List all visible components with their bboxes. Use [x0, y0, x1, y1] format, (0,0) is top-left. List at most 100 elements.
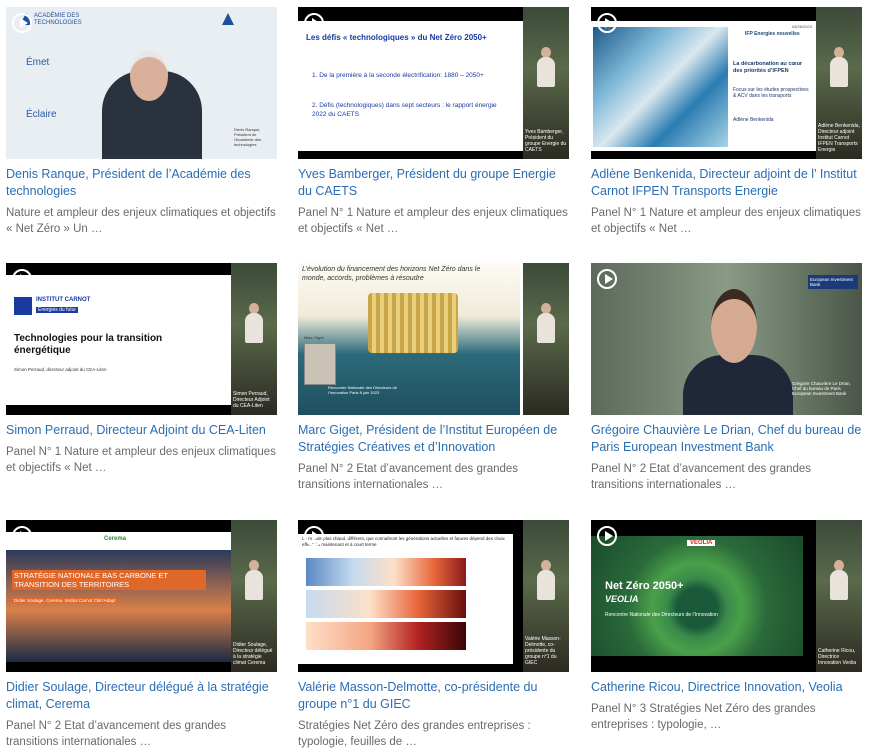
video-title-link[interactable]: Simon Perraud, Directeur Adjoint du CEA-… — [6, 422, 277, 439]
speaker-inset: Simon Perraud, Directeur Adjoint du CEA-… — [231, 263, 277, 415]
slide: Le monde plus chaud, différent, que conn… — [298, 534, 513, 664]
speaker-head — [130, 51, 168, 101]
speaker-inset: Yves Bamberger, Président du groupe Ener… — [523, 7, 569, 159]
slide-brand: VEOLIA — [605, 594, 639, 604]
video-description: Panel N° 3 Stratégies Net Zéro des grand… — [591, 703, 816, 731]
slide-item-text: Défis (technologiques) dans sept secteur… — [312, 102, 497, 118]
speaker-head — [711, 289, 757, 363]
play-icon[interactable] — [304, 526, 324, 546]
video-title-link[interactable]: Grégoire Chauvière Le Drian, Chef du bur… — [591, 422, 862, 456]
play-icon[interactable] — [12, 13, 32, 33]
video-description: Panel N° 2 Etat d’avancement des grandes… — [6, 720, 227, 748]
slide: Les défis « technologiques » du Net Zéro… — [298, 21, 523, 151]
brand-text: ACADÉMIE DES TECHNOLOGIES — [34, 13, 82, 26]
speaker-caption: Valérie Masson-Delmotte, co-présidente d… — [525, 636, 561, 666]
video-thumbnail[interactable]: L’évolution du financement des horizons … — [298, 263, 569, 415]
play-icon[interactable] — [597, 526, 617, 546]
video-card: IFP Energies nouvelles 08/06/2023 La déc… — [591, 7, 862, 237]
speaker-inset: Didier Soulage, Directeur délégué à la s… — [231, 520, 277, 672]
speaker-inset: Adlène Benkenida, Directeur adjoint Inst… — [816, 7, 862, 159]
slide: IFP Energies nouvelles 08/06/2023 La déc… — [591, 21, 816, 151]
play-icon[interactable] — [597, 13, 617, 33]
speaker-caption: Adlène Benkenida, Directeur adjoint Inst… — [818, 123, 860, 153]
speaker-figure — [683, 355, 793, 415]
speaker-inset: Valérie Masson-Delmotte, co-présidente d… — [523, 520, 569, 672]
slide-heading: Le monde plus chaud, différent, que conn… — [302, 536, 505, 547]
video-thumbnail[interactable]: VEOLIA Net Zéro 2050+ VEOLIA Rencontre N… — [591, 520, 862, 672]
warming-stripes — [306, 590, 466, 618]
play-icon[interactable] — [12, 269, 32, 289]
speaker-figure — [830, 57, 848, 87]
speaker-caption: Denis Ranque, Président de l’Académie de… — [234, 127, 262, 147]
video-thumbnail[interactable]: ACADÉMIE DES TECHNOLOGIES Émet Éclaire D… — [6, 7, 277, 159]
slide: INSTITUT CARNOT Energies du futur Techno… — [6, 275, 231, 405]
video-thumbnail[interactable]: Cerema STRATÉGIE NATIONALE BAS CARBONE E… — [6, 520, 277, 672]
video-title-link[interactable]: Valérie Masson-Delmotte, co-présidente d… — [298, 679, 569, 713]
speaker-inset — [523, 263, 569, 415]
video-thumbnail[interactable]: Les défis « technologiques » du Net Zéro… — [298, 7, 569, 159]
carnot-logo-icon — [14, 297, 32, 315]
speaker-photo — [304, 343, 336, 385]
video-title-link[interactable]: Yves Bamberger, Président du groupe Ener… — [298, 166, 569, 200]
slide-item: 2. Défis (technologiques) dans sept sect… — [312, 102, 497, 118]
coin-stack — [368, 293, 458, 353]
play-icon[interactable] — [597, 269, 617, 289]
video-description: Panel N° 2 Etat d’avancement des grandes… — [298, 463, 519, 491]
speaker-caption: Didier Soulage, Directeur délégué à la s… — [233, 642, 273, 666]
video-card: ACADÉMIE DES TECHNOLOGIES Émet Éclaire D… — [6, 7, 277, 237]
video-thumbnail[interactable]: European Investment Bank Grégoire Chauvi… — [591, 263, 862, 415]
carnot-logo-subtext: Energies du futur — [36, 307, 79, 313]
play-icon[interactable] — [304, 13, 324, 33]
video-title-link[interactable]: Marc Giget, Président de l’Institut Euro… — [298, 422, 569, 456]
slide-heading: L’évolution du financement des horizons … — [302, 266, 481, 282]
slide: L’évolution du financement des horizons … — [298, 263, 520, 415]
video-description: Panel N° 2 Etat d’avancement des grandes… — [591, 463, 812, 491]
speaker-figure — [537, 57, 555, 87]
video-description: Panel N° 1 Nature et ampleur des enjeux … — [6, 446, 276, 474]
play-icon[interactable] — [12, 526, 32, 546]
ifpen-logo: IFP Energies nouvelles — [745, 31, 800, 37]
speaker-caption: Simon Perraud, Directeur Adjoint du CEA-… — [233, 391, 270, 409]
slide: Cerema STRATÉGIE NATIONALE BAS CARBONE E… — [6, 532, 231, 662]
video-card: INSTITUT CARNOT Energies du futur Techno… — [6, 263, 277, 476]
warming-stripes — [306, 558, 466, 586]
video-card: VEOLIA Net Zéro 2050+ VEOLIA Rencontre N… — [591, 520, 862, 733]
slide-name: Adlène Benkenida — [733, 117, 774, 123]
slide-subheading: Simon Perraud, directeur adjoint du CEA-… — [14, 367, 107, 372]
video-card: L’évolution du financement des horizons … — [298, 263, 569, 493]
word-emet: Émet — [26, 57, 50, 68]
carnot-logo-text: INSTITUT CARNOT — [36, 297, 91, 303]
slide-image-grid — [593, 27, 728, 147]
slide-heading: Les défis « technologiques » du Net Zéro… — [306, 33, 487, 42]
slide-heading: Net Zéro 2050+ — [605, 580, 684, 592]
speaker-caption: Grégoire Chauvière Le Drian, Chef du bur… — [792, 381, 851, 396]
speaker-name: Marc Giget — [304, 335, 324, 340]
slide-heading: La décarbonation au cœur des priorités d… — [733, 61, 803, 74]
video-thumbnail[interactable]: INSTITUT CARNOT Energies du futur Techno… — [6, 263, 277, 415]
slide-item-text: De la première à la seconde électrificat… — [319, 72, 484, 79]
video-title-link[interactable]: Denis Ranque, Président de l’Académie de… — [6, 166, 277, 200]
speaker-figure — [245, 313, 263, 343]
video-title-link[interactable]: Adlène Benkenida, Directeur adjoint de l… — [591, 166, 862, 200]
slide-subheading: Didier Soulage, Cerema, Institut Carnot … — [12, 598, 118, 603]
slide-heading: STRATÉGIE NATIONALE BAS CARBONE ET TRANS… — [12, 570, 206, 590]
video-description: Nature et ampleur des enjeux climatiques… — [6, 207, 276, 235]
speaker-figure — [537, 313, 555, 343]
video-thumbnail[interactable]: IFP Energies nouvelles 08/06/2023 La déc… — [591, 7, 862, 159]
video-title-link[interactable]: Didier Soulage, Directeur délégué à la s… — [6, 679, 277, 713]
eib-logo: European Investment Bank — [808, 275, 858, 289]
word-eclaire: Éclaire — [26, 109, 57, 120]
speaker-caption: Catherine Ricou, Directrice Innovation V… — [818, 648, 857, 666]
video-title-link[interactable]: Catherine Ricou, Directrice Innovation, … — [591, 679, 862, 696]
video-description: Panel N° 1 Nature et ampleur des enjeux … — [591, 207, 861, 235]
video-thumbnail[interactable]: Le monde plus chaud, différent, que conn… — [298, 520, 569, 672]
video-card: Les défis « technologiques » du Net Zéro… — [298, 7, 569, 237]
speaker-figure — [245, 570, 263, 600]
slide-subheading: Focus sur les études prospectives & ACV … — [733, 87, 809, 99]
speaker-figure — [830, 570, 848, 600]
veolia-logo: VEOLIA — [687, 540, 716, 546]
speaker-inset: Catherine Ricou, Directrice Innovation V… — [816, 520, 862, 672]
slide-subheading: Rencontre Nationale des Directeurs de l’… — [605, 612, 718, 618]
video-card: European Investment Bank Grégoire Chauvi… — [591, 263, 862, 493]
slide-item: 1. De la première à la seconde électrifi… — [312, 72, 484, 79]
